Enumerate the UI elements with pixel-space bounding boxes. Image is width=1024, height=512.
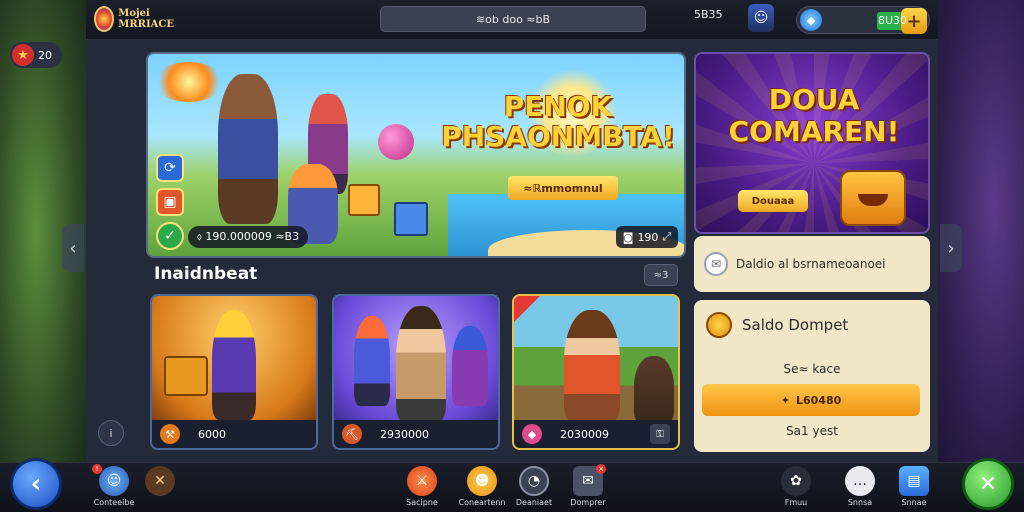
nav-item-snnsa[interactable]: … Snnsa: [830, 466, 890, 510]
card-character: [634, 356, 674, 422]
gem-value: 8U30: [878, 13, 908, 27]
nav-label: Fmuu: [784, 498, 808, 507]
wallet-footer: Sa1 yest: [786, 424, 838, 438]
speech-icon: …: [845, 466, 875, 496]
chat-icon: ◔: [519, 466, 549, 496]
nav-label: Deaniaet: [515, 498, 553, 507]
close-icon: ✕: [145, 466, 175, 496]
nav-item-deaniaet[interactable]: ◔ Deaniaet: [504, 466, 564, 510]
wallet-button-label: L60480: [795, 393, 842, 407]
search-bar[interactable]: ≋ob doo ≈bB: [380, 6, 646, 32]
star-icon: ★: [12, 44, 34, 66]
wallet-button[interactable]: ✦ L60480: [702, 384, 920, 416]
hero-subtitle: ≈ℝmmomnul: [508, 176, 618, 200]
card-value: 2930000: [380, 427, 429, 441]
treasure-chest-icon: [840, 170, 906, 226]
logo-line-1: Mojei: [118, 8, 150, 19]
nav-item-fmuu[interactable]: ✿ Fmuu: [766, 466, 826, 510]
nav-label: Sacipne: [406, 498, 438, 507]
nav-label: Snnsa: [847, 498, 873, 507]
hero-counter-value: 190: [637, 230, 659, 244]
crate-icon: [164, 356, 208, 396]
info-button[interactable]: i: [98, 420, 124, 446]
logo-line-2: MRRIACE: [118, 19, 174, 30]
promo-button[interactable]: Douaaa: [738, 190, 808, 212]
wallet-label: Se≈ kace: [783, 362, 841, 376]
prev-arrow[interactable]: ‹: [62, 224, 84, 272]
section-title: Inaidnbeat: [154, 264, 258, 284]
background-right: [924, 0, 1024, 512]
hero-banner[interactable]: PENOK PHSAONMBTA! ≈ℝmmomnul ⟳ ▣ ✓ ⬨ 190.…: [146, 52, 686, 258]
notice-banner[interactable]: ✉ Daldio al bsrnameoanoei: [694, 236, 930, 292]
gem-counter: ◆ 8U30 +: [796, 6, 930, 34]
expand-icon: ⤢: [662, 230, 672, 243]
hero-stat: ⬨ 190.000009 ≈B3: [188, 226, 308, 248]
card-character: [212, 310, 256, 420]
back-button[interactable]: ‹: [10, 458, 62, 510]
nav-item-sacipne[interactable]: ⚔ Sacipne: [392, 466, 452, 510]
card-character: [452, 326, 488, 406]
play-button[interactable]: ✕: [962, 458, 1014, 510]
section-more-button[interactable]: ≈3: [644, 264, 678, 286]
game-card[interactable]: ⛏ 2930000: [332, 294, 500, 450]
card-character: [354, 316, 390, 406]
avatar-icon: ☺: [753, 10, 769, 26]
chevron-left-icon: ‹: [30, 469, 42, 499]
chat-bubble-icon: ✉: [704, 252, 728, 276]
coin-counter: 5B35: [694, 8, 723, 21]
book-icon: ▤: [899, 466, 929, 496]
gem-icon: ◆: [522, 424, 542, 444]
pickaxe-icon: ⛏: [342, 424, 362, 444]
notice-text: Daldio al bsrnameoanoei: [736, 257, 886, 271]
lock-icon[interactable]: ⚿: [650, 424, 670, 444]
hero-title: PENOK PHSAONMBTA!: [441, 90, 675, 153]
hero-icon: ☻: [467, 466, 497, 496]
chip-icon: ✦: [780, 393, 790, 407]
tools-icon: ✕: [978, 471, 998, 497]
gift-icon: ✿: [781, 466, 811, 496]
level-badge[interactable]: ★ 20: [10, 42, 62, 68]
cube-icon: [394, 202, 428, 236]
hero-character: [218, 74, 278, 224]
crate-icon: [348, 184, 380, 216]
refresh-icon[interactable]: ⟳: [156, 154, 184, 182]
wallet-panel: Saldo Dompet Se≈ kace ✦ L60480 Sa1 yest: [694, 300, 930, 452]
balloon-icon: [378, 124, 414, 160]
fireball-icon: [154, 62, 224, 102]
nav-item-domprer[interactable]: ✉ Domprer ×: [558, 464, 618, 510]
game-card[interactable]: ◆ 2030009 ⚿: [512, 294, 680, 450]
coin-icon: [706, 312, 732, 338]
check-icon[interactable]: ✓: [156, 222, 184, 250]
notification-dot: !: [92, 464, 102, 474]
game-card[interactable]: ⚒ 6000: [150, 294, 318, 450]
player-avatar[interactable]: ☺: [748, 4, 774, 32]
nav-item-close[interactable]: ✕: [130, 466, 190, 510]
chest-icon[interactable]: ▣: [156, 188, 184, 216]
promo-banner[interactable]: DOUA COMAREN! Douaaa: [694, 52, 930, 234]
camera-icon: ◙: [622, 230, 634, 244]
shovel-icon: ⚒: [160, 424, 180, 444]
next-arrow[interactable]: ›: [940, 224, 962, 272]
card-value: 6000: [198, 427, 226, 441]
promo-title: DOUA COMAREN!: [728, 83, 900, 148]
logo-badge-icon: [94, 6, 115, 32]
card-value: 2030009: [560, 427, 609, 441]
card-character: [564, 310, 620, 422]
nav-item-coneartenn[interactable]: ☻ Coneartenn: [452, 466, 512, 510]
nav-label: Coneartenn: [458, 498, 506, 507]
sword-icon: ⚔: [407, 466, 437, 496]
hero-counter[interactable]: ◙ 190 ⤢: [616, 226, 678, 248]
level-value: 20: [38, 48, 52, 62]
wallet-title: Saldo Dompet: [742, 316, 849, 334]
new-ribbon: [514, 296, 540, 322]
nav-label: Domprer: [570, 498, 606, 507]
game-logo[interactable]: Mojei MRRIACE: [94, 4, 174, 34]
gem-icon: ◆: [800, 9, 822, 31]
card-character: [396, 306, 446, 422]
notification-dot: ×: [596, 464, 606, 474]
nav-item-snnae[interactable]: ▤ Snnae: [884, 466, 944, 510]
character-icon: ☺: [99, 466, 129, 496]
nav-label: Snnae: [901, 498, 927, 507]
